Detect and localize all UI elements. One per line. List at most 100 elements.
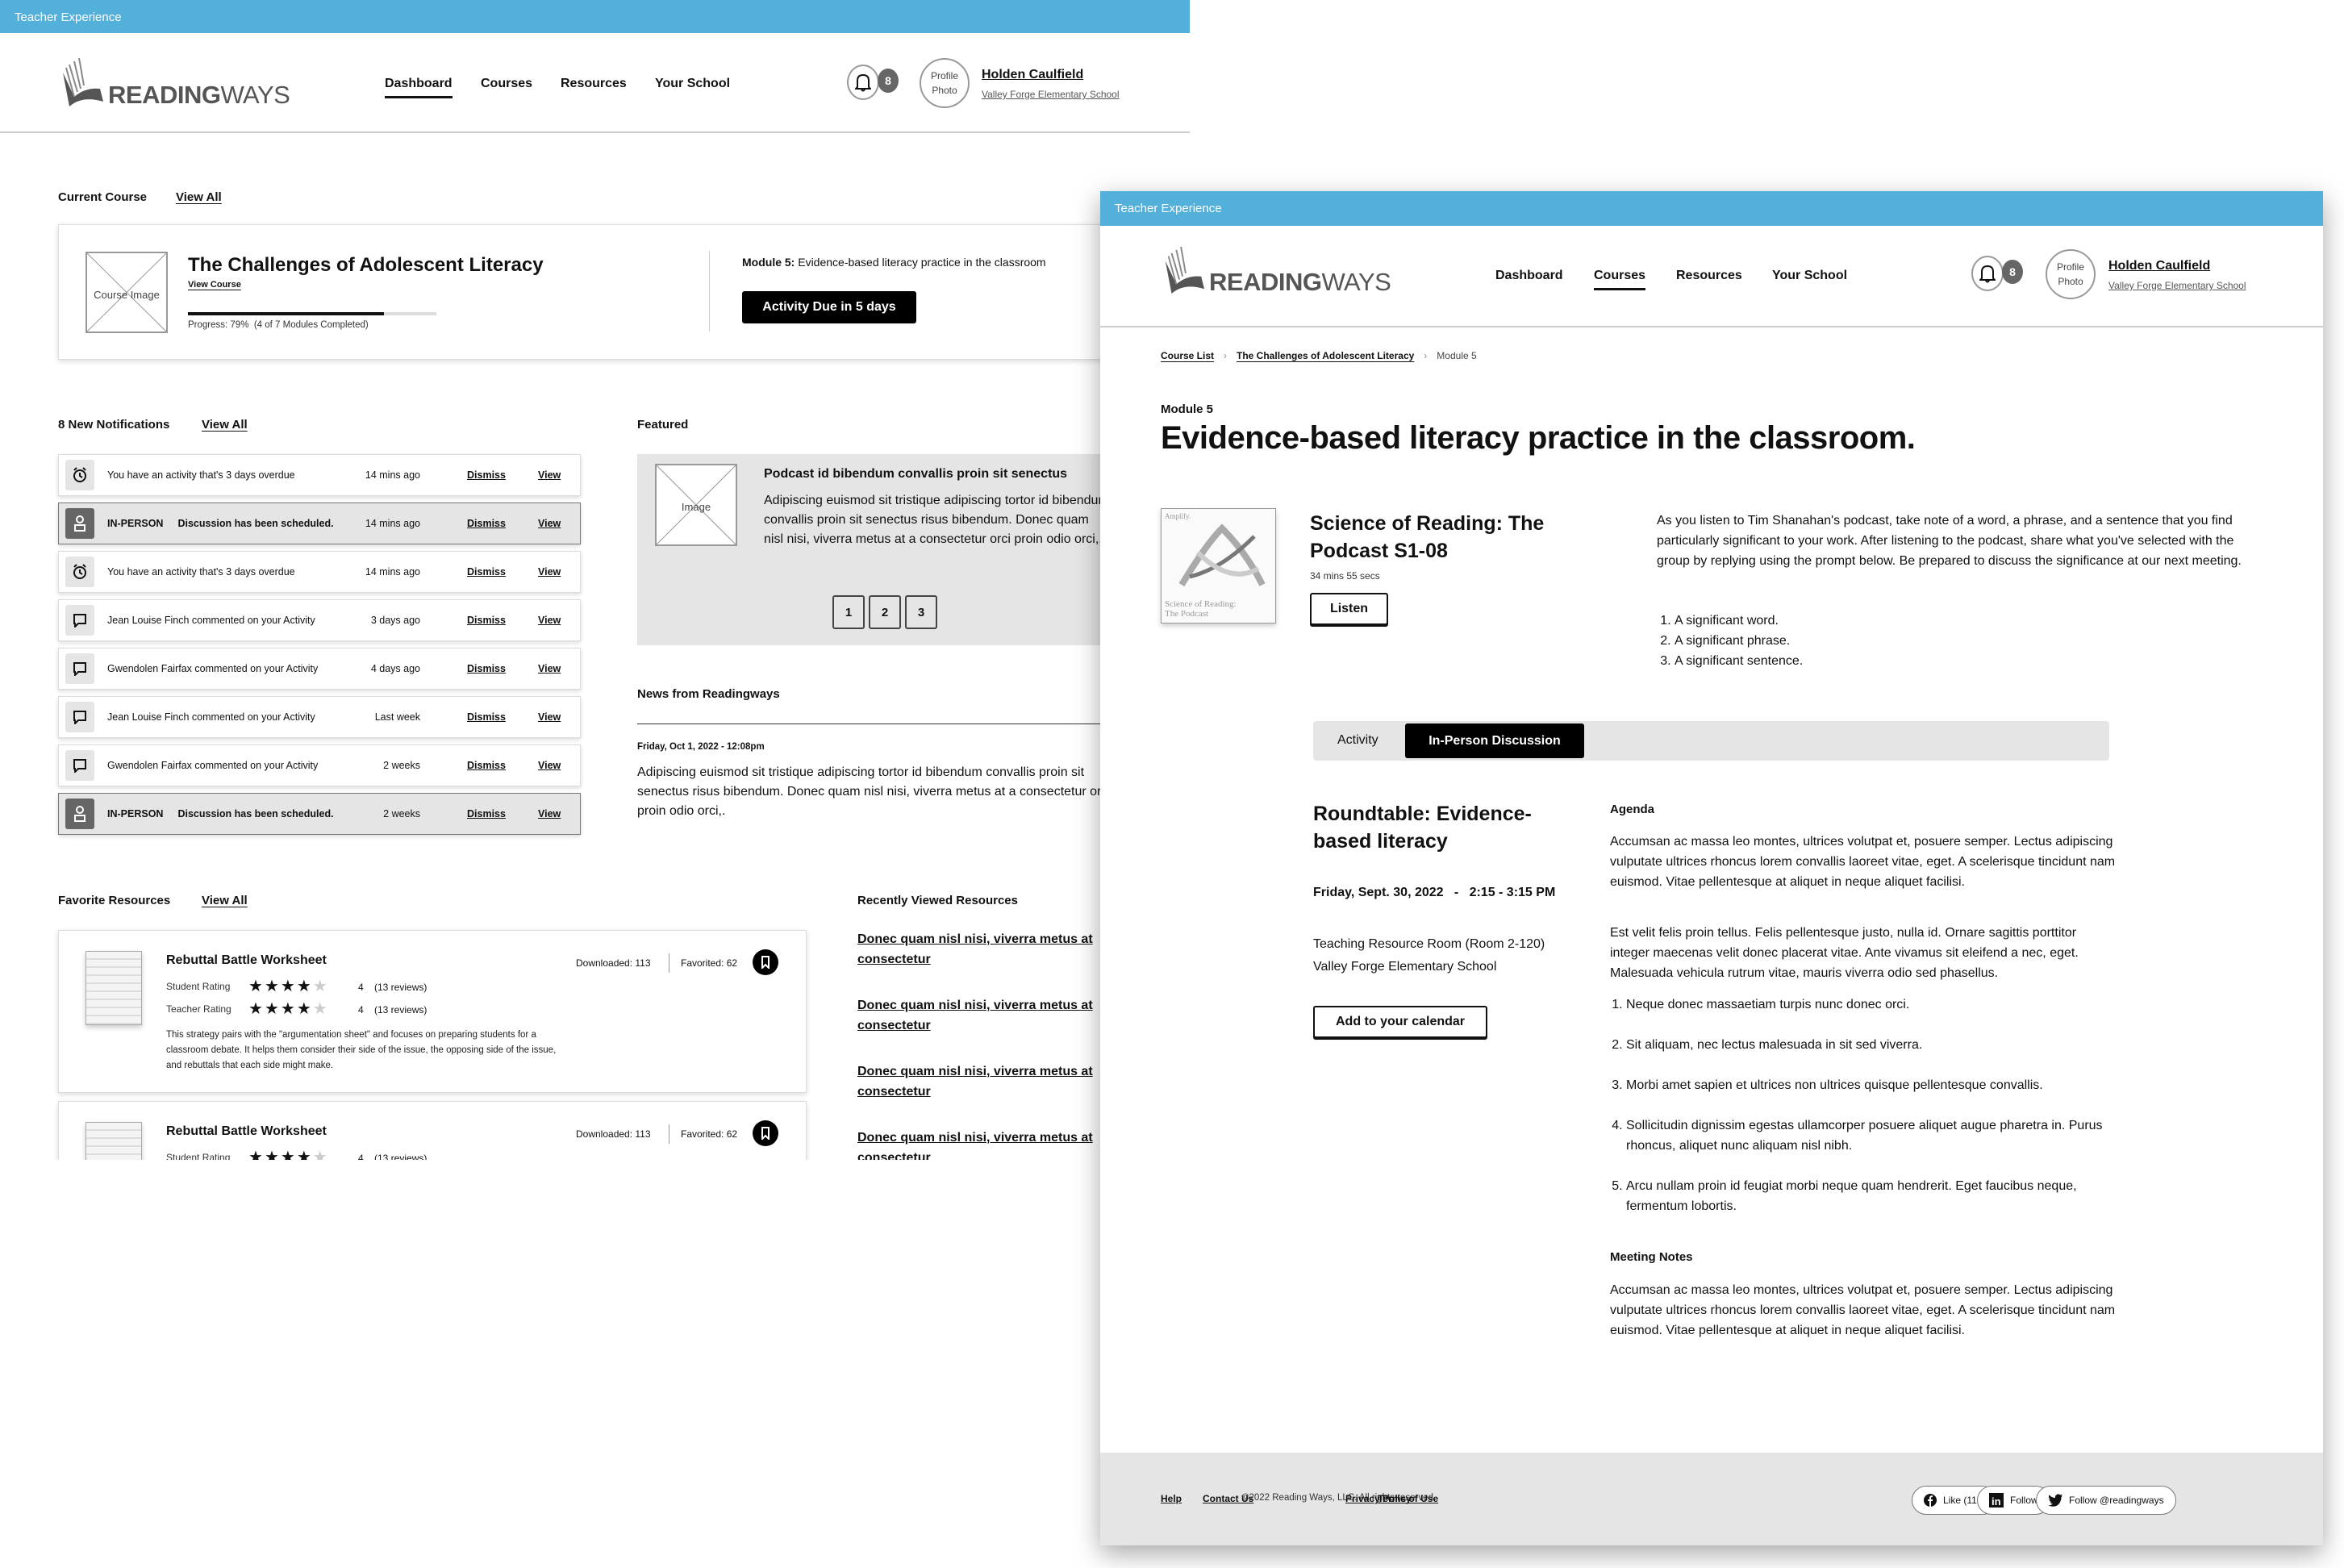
- student-rating-value: 4: [358, 982, 364, 993]
- podcast-duration: 34 mins 55 secs: [1310, 570, 1380, 582]
- dismiss-link[interactable]: Dismiss: [467, 615, 506, 626]
- star-icon: ★: [296, 978, 313, 995]
- view-link[interactable]: View: [538, 566, 561, 578]
- bookmark-icon: [761, 956, 770, 969]
- view-link[interactable]: View: [538, 663, 561, 674]
- header-divider: [1100, 326, 2323, 327]
- resource-card[interactable]: Rebuttal Battle Worksheet Student Rating…: [58, 1101, 807, 1160]
- book-logo-icon: [1165, 246, 1205, 294]
- agenda-item: Neque donec massaetiam turpis nunc donec…: [1626, 995, 2118, 1015]
- dismiss-link[interactable]: Dismiss: [467, 518, 506, 529]
- course-title: The Challenges of Adolescent Literacy: [188, 254, 544, 276]
- view-link[interactable]: View: [538, 518, 561, 529]
- carousel-page-1[interactable]: 1: [832, 595, 865, 629]
- profile-photo[interactable]: Profile Photo: [2046, 249, 2096, 299]
- dismiss-link[interactable]: Dismiss: [467, 663, 506, 674]
- view-link[interactable]: View: [538, 760, 561, 771]
- resource-card[interactable]: Rebuttal Battle Worksheet Student Rating…: [58, 930, 807, 1093]
- nav-resources[interactable]: Resources: [1676, 269, 1742, 283]
- event-room: Teaching Resource Room (Room 2-120): [1313, 937, 1545, 951]
- current-course-view-all[interactable]: View All: [176, 190, 222, 204]
- podcast-cover-image: Amplify. Science of Reading: The Podcast: [1161, 508, 1276, 623]
- page-title: Evidence-based literacy practice in the …: [1161, 420, 1916, 456]
- podcast-instructions: As you listen to Tim Shanahan's podcast,…: [1657, 514, 2242, 568]
- nav-resources[interactable]: Resources: [561, 77, 627, 91]
- alarm-clock-icon: [65, 460, 94, 490]
- twitter-follow-button[interactable]: Follow @readingways: [2036, 1486, 2176, 1515]
- course-image-label: Course Image: [94, 288, 160, 301]
- star-icon: ★: [296, 1000, 313, 1018]
- notification-message: You have an activity that's 3 days overd…: [107, 469, 295, 481]
- carousel-page-2[interactable]: 2: [869, 595, 901, 629]
- carousel-page-3[interactable]: 3: [905, 595, 937, 629]
- student-review-count: (13 reviews): [374, 1153, 428, 1160]
- agenda-item: Sit aliquam, nec lectus malesuada in sit…: [1626, 1035, 2118, 1055]
- view-link[interactable]: View: [538, 808, 561, 819]
- nav-courses[interactable]: Courses: [1594, 269, 1646, 290]
- nav-courses[interactable]: Courses: [481, 77, 532, 91]
- podcast-title: Science of Reading: The Podcast S1-08: [1310, 512, 1545, 562]
- dismiss-link[interactable]: Dismiss: [467, 566, 506, 578]
- dismiss-link[interactable]: Dismiss: [467, 808, 506, 819]
- bookmark-button[interactable]: [753, 1120, 778, 1146]
- logo-text-ways: WAYS: [220, 81, 290, 109]
- instruction-item: A significant phrase.: [1675, 631, 1803, 651]
- breadcrumb-course[interactable]: The Challenges of Adolescent Literacy: [1237, 350, 1414, 361]
- resource-preview-thumbnail: [86, 951, 142, 1025]
- star-icon: ★: [248, 1000, 265, 1018]
- favorite-count: Favorited: 62: [681, 957, 738, 969]
- view-course-link[interactable]: View Course: [188, 280, 241, 290]
- student-rating-label: Student Rating: [166, 1152, 231, 1160]
- agenda-list: Neque donec massaetiam turpis nunc donec…: [1626, 995, 2118, 1216]
- dismiss-link[interactable]: Dismiss: [467, 469, 506, 481]
- view-link[interactable]: View: [538, 711, 561, 723]
- recently-viewed-link[interactable]: Donec quam nisl nisi, viverra metus at c…: [857, 929, 1124, 970]
- view-link[interactable]: View: [538, 469, 561, 481]
- download-count: Downloaded: 113: [576, 1128, 651, 1140]
- notifications-button[interactable]: [1971, 256, 2004, 291]
- module-page-window: Teacher Experience READING WAYS Dashboard…: [1100, 191, 2323, 1545]
- footer-terms-link[interactable]: Terms of Use: [1378, 1493, 1438, 1504]
- recently-viewed-link[interactable]: Donec quam nisl nisi, viverra metus at c…: [857, 1061, 1124, 1102]
- notifications-view-all[interactable]: View All: [202, 418, 248, 432]
- linkedin-icon: in: [1989, 1493, 2004, 1508]
- news-text: Adipiscing euismod sit tristique adipisc…: [637, 765, 1111, 818]
- top-bar: Teacher Experience: [0, 0, 1190, 33]
- star-icon: ★: [264, 1000, 281, 1018]
- bookmark-button[interactable]: [753, 949, 778, 975]
- tab-activity[interactable]: Activity: [1337, 733, 1378, 748]
- notifications-button[interactable]: [847, 65, 879, 100]
- recently-viewed-link[interactable]: Donec quam nisl nisi, viverra metus at c…: [857, 1128, 1124, 1160]
- notification-time: 14 mins ago: [365, 518, 420, 529]
- user-school-link[interactable]: Valley Forge Elementary School: [2108, 280, 2246, 291]
- activity-due-button[interactable]: Activity Due in 5 days: [742, 291, 916, 323]
- linkedin-follow-label: Follow: [2010, 1495, 2038, 1506]
- footer-help-link[interactable]: Help: [1161, 1493, 1182, 1504]
- dismiss-link[interactable]: Dismiss: [467, 711, 506, 723]
- comment-icon: [65, 750, 94, 781]
- dashboard-page: Teacher Experience READING WAYS Dashboard…: [0, 0, 1190, 1160]
- nav-your-school[interactable]: Your School: [655, 77, 730, 91]
- user-school-link[interactable]: Valley Forge Elementary School: [982, 89, 1120, 100]
- dismiss-link[interactable]: Dismiss: [467, 760, 506, 771]
- user-name-link[interactable]: Holden Caulfield: [2108, 259, 2210, 273]
- user-name-link[interactable]: Holden Caulfield: [982, 68, 1083, 82]
- breadcrumb-course-list[interactable]: Course List: [1161, 350, 1214, 361]
- readingways-logo[interactable]: READING WAYS: [1161, 245, 1391, 297]
- tab-in-person-discussion[interactable]: In-Person Discussion: [1405, 724, 1584, 758]
- meeting-notes-text: Accumsan ac massa leo montes, ultrices v…: [1610, 1283, 2116, 1337]
- listen-button[interactable]: Listen: [1310, 593, 1388, 625]
- profile-photo[interactable]: Profile Photo: [920, 58, 970, 108]
- nav-your-school[interactable]: Your School: [1772, 269, 1847, 283]
- star-icon: ★: [280, 1149, 297, 1160]
- readingways-logo[interactable]: READING WAYS: [58, 56, 290, 110]
- student-rating-value: 4: [358, 1153, 364, 1160]
- nav-dashboard[interactable]: Dashboard: [385, 77, 453, 98]
- favorites-view-all[interactable]: View All: [202, 894, 248, 907]
- course-card-divider: [709, 251, 710, 332]
- event-title: Roundtable: Evidence-based literacy: [1313, 803, 1532, 853]
- view-link[interactable]: View: [538, 615, 561, 626]
- add-to-calendar-button[interactable]: Add to your calendar: [1313, 1006, 1487, 1038]
- recently-viewed-link[interactable]: Donec quam nisl nisi, viverra metus at c…: [857, 995, 1124, 1036]
- nav-dashboard[interactable]: Dashboard: [1495, 269, 1563, 283]
